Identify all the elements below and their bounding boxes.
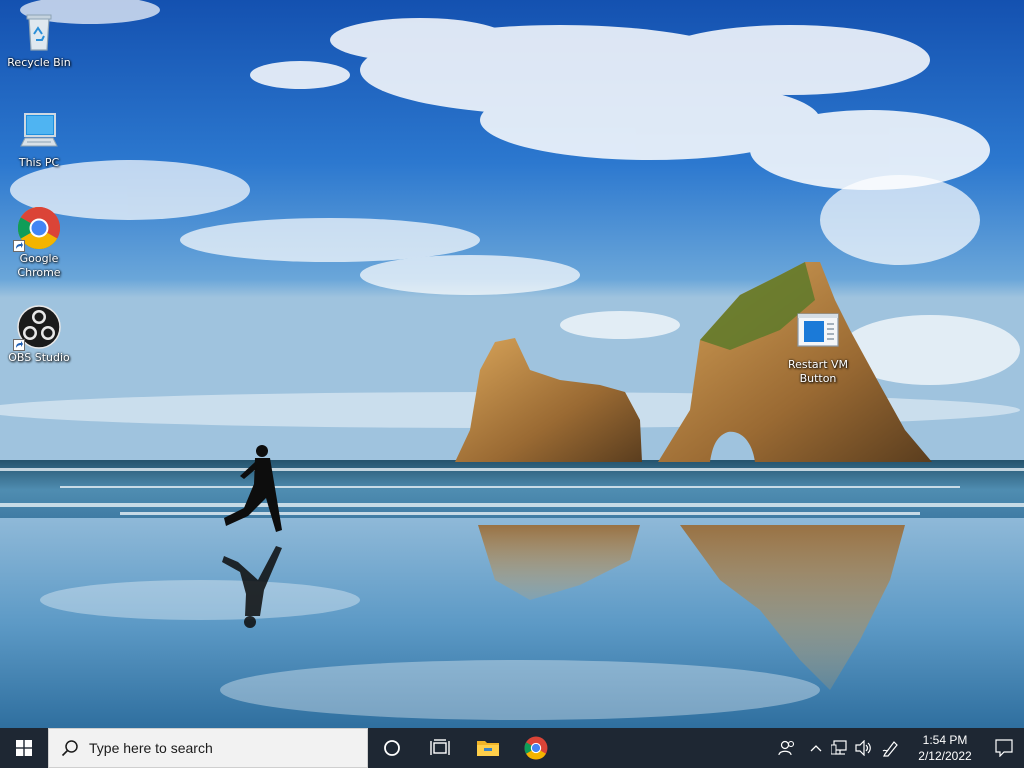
obs-studio-desktop-icon[interactable]: OBS Studio	[1, 305, 77, 365]
windows-logo-icon	[16, 740, 32, 756]
task-view-button[interactable]	[416, 728, 464, 768]
chrome-icon	[13, 206, 61, 252]
clock-time: 1:54 PM	[922, 733, 968, 747]
task-view-icon	[430, 739, 450, 755]
clock-date: 2/12/2022	[918, 749, 972, 763]
system-tray: 1:54 PM 2/12/2022	[770, 728, 1024, 768]
desktop-icon-label: Recycle Bin	[7, 56, 71, 69]
this-pc-desktop-icon[interactable]: This PC	[1, 110, 77, 170]
notification-icon	[995, 739, 1013, 757]
desktop-wallpaper	[0, 0, 1024, 728]
show-hidden-icons-button[interactable]	[804, 728, 828, 768]
chrome-icon	[524, 736, 548, 760]
windows-ink-button[interactable]	[876, 728, 906, 768]
desktop-icon-label: Google Chrome	[17, 252, 61, 279]
chevron-up-icon	[810, 745, 822, 752]
network-icon	[831, 740, 847, 755]
window-app-icon	[796, 312, 840, 356]
volume-icon	[855, 740, 871, 756]
shortcut-arrow-icon	[13, 339, 25, 351]
shortcut-arrow-icon	[13, 240, 25, 252]
file-explorer-icon	[477, 741, 499, 756]
volume-button[interactable]	[852, 728, 876, 768]
start-button[interactable]	[0, 728, 48, 768]
people-button[interactable]	[770, 728, 804, 768]
taskbar-search-box[interactable]: Type here to search	[48, 728, 368, 768]
restart-vm-button-desktop-icon[interactable]: Restart VM Button	[780, 312, 856, 386]
file-explorer-taskbar-button[interactable]	[464, 728, 512, 768]
desktop-icon-label: This PC	[18, 156, 60, 169]
desktop-icon-label: Restart VM Button	[787, 358, 849, 385]
chrome-taskbar-button[interactable]	[512, 728, 560, 768]
taskbar: Type here to search 1:54 PM 2/12/2022	[0, 728, 1024, 768]
pen-icon	[882, 741, 898, 757]
search-icon	[61, 740, 78, 757]
cortana-button[interactable]	[368, 728, 416, 768]
action-center-button[interactable]	[984, 728, 1024, 768]
recycle-bin-icon	[17, 10, 61, 54]
people-icon	[778, 740, 795, 756]
search-placeholder-text: Type here to search	[89, 740, 213, 756]
network-button[interactable]	[828, 728, 852, 768]
desktop-icon-label: OBS Studio	[8, 351, 70, 364]
chrome-desktop-icon[interactable]: Google Chrome	[1, 206, 77, 280]
taskbar-clock[interactable]: 1:54 PM 2/12/2022	[906, 728, 984, 768]
obs-icon	[13, 305, 61, 351]
recycle-bin-desktop-icon[interactable]: Recycle Bin	[1, 10, 77, 70]
monitor-icon	[17, 110, 61, 154]
cortana-icon	[384, 740, 400, 756]
